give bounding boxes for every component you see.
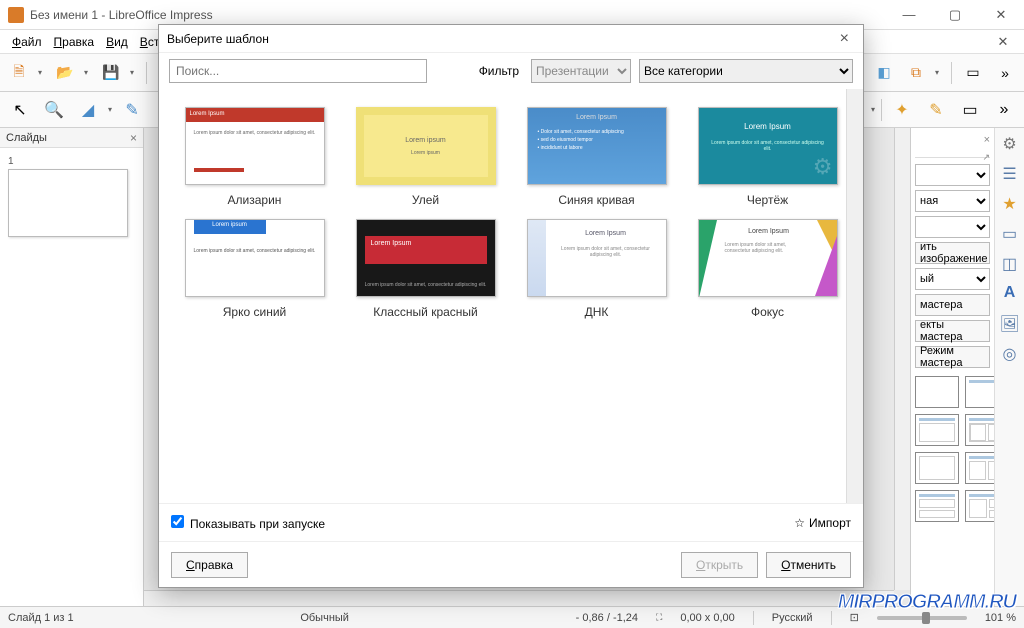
styles-tab-icon[interactable]: A [1000, 284, 1020, 304]
navigator-tab-icon[interactable]: ◎ [1000, 344, 1020, 364]
category-select[interactable]: Все категории [639, 59, 853, 83]
slides-panel-title: Слайды [6, 132, 47, 144]
menu-edit[interactable]: Правка [48, 33, 101, 51]
layouts-grid [915, 376, 990, 522]
statusbar: Слайд 1 из 1 Обычный - 0,86 / -1,24 ⛶ 0,… [0, 606, 1024, 628]
layout-option[interactable] [915, 452, 959, 484]
layout-icon[interactable]: ▭ [960, 60, 986, 86]
save-icon[interactable]: 💾 [98, 60, 124, 86]
menu-file[interactable]: Файл [6, 33, 48, 51]
toolbar-more-icon[interactable]: » [990, 96, 1018, 124]
master-tab-icon[interactable]: ◫ [1000, 254, 1020, 274]
status-size: 0,00 x 0,00 [680, 612, 734, 624]
maximize-button[interactable]: ▢ [932, 0, 978, 30]
template-item[interactable]: Lorem ipsumLorem ipsum Улей [350, 107, 501, 207]
open-button[interactable]: Открыть [681, 552, 758, 578]
star-icon: ☆ [794, 516, 805, 530]
animation-tab-icon[interactable]: ▭ [1000, 224, 1020, 244]
gallery-scrollbar[interactable] [846, 89, 863, 503]
window-title: Без имени 1 - LibreOffice Impress [30, 8, 213, 22]
template-item[interactable]: Lorem IpsumLorem ipsum dolor sit amet, c… [521, 219, 672, 319]
slide-number: 1 [8, 156, 135, 167]
pointer-icon[interactable]: ↖ [6, 96, 34, 124]
dialog-title: Выберите шаблон [167, 32, 269, 46]
template-item[interactable]: Lorem IpsumLorem ipsum dolor sit amet, c… [692, 107, 843, 207]
template-caption: Фокус [692, 305, 843, 319]
btn-master-mode[interactable]: Режим мастера [915, 346, 990, 368]
template-caption: Улей [350, 193, 501, 207]
status-zoom[interactable]: 101 % [985, 612, 1016, 624]
template-gallery: Lorem IpsumLorem ipsum dolor sit amet, c… [159, 89, 863, 503]
doc-close-icon[interactable]: ✕ [988, 32, 1018, 52]
insert-icon[interactable]: ⧉ [903, 60, 929, 86]
layout-option[interactable] [965, 414, 994, 446]
template-dialog: Выберите шаблон × Фильтр Презентации Все… [158, 24, 864, 588]
status-mode[interactable]: Обычный [300, 612, 349, 624]
template-caption: Чертёж [692, 193, 843, 207]
import-button[interactable]: ☆Импорт [794, 516, 851, 530]
gallery-tab-icon[interactable]: 🖼 [1000, 314, 1020, 334]
layout-option[interactable] [915, 376, 959, 408]
filter-label: Фильтр [479, 64, 519, 78]
combo-1[interactable] [915, 164, 990, 186]
status-slide: Слайд 1 из 1 [8, 612, 74, 624]
properties-panel: × ↗ ная ить изображение ый мастера екты … [910, 128, 1024, 606]
template-caption: Ализарин [179, 193, 330, 207]
menu-view[interactable]: Вид [100, 33, 134, 51]
filter-select[interactable]: Презентации [531, 59, 631, 83]
slides-panel: Слайды × 1 [0, 128, 144, 606]
combo-2[interactable]: ная [915, 190, 990, 212]
status-coords: - 0,86 / -1,24 [576, 612, 638, 624]
template-item[interactable]: Lorem Ipsum• Dolor sit amet, consectetur… [521, 107, 672, 207]
template-caption: Ярко синий [179, 305, 330, 319]
app-icon [8, 7, 24, 23]
settings-icon[interactable]: ⚙ [1000, 134, 1020, 154]
btn-master-objects[interactable]: екты мастера [915, 320, 990, 342]
layout-option[interactable] [965, 376, 994, 408]
combo-3[interactable] [915, 216, 990, 238]
open-icon[interactable]: 📂 [52, 60, 78, 86]
more-icon[interactable]: » [992, 60, 1018, 86]
panel-close-icon[interactable]: × [984, 134, 990, 146]
slide-thumbnail[interactable] [8, 169, 128, 237]
template-item[interactable]: Lorem ipsumLorem ipsum dolor sit amet, c… [179, 219, 330, 319]
template-caption: Синяя кривая [521, 193, 672, 207]
btn-insert-image[interactable]: ить изображение [915, 242, 990, 264]
zoom-fit-icon[interactable]: ⊡ [850, 611, 859, 624]
sidebar-tabs: ⚙ ☰ ★ ▭ ◫ A 🖼 ◎ [994, 128, 1024, 606]
vertical-scrollbar[interactable] [894, 128, 910, 590]
cancel-button[interactable]: Отменить [766, 552, 851, 578]
tool-c-icon[interactable]: ▭ [956, 96, 984, 124]
fill-icon[interactable]: ◢ [74, 96, 102, 124]
search-input[interactable] [169, 59, 427, 83]
layout-option[interactable] [965, 452, 994, 484]
dialog-close-icon[interactable]: × [834, 30, 855, 48]
tool-a-icon[interactable]: ✦ [888, 96, 916, 124]
minimize-button[interactable]: — [886, 0, 932, 30]
template-caption: ДНК [521, 305, 672, 319]
shapes-icon[interactable]: ◧ [871, 60, 897, 86]
template-item[interactable]: Lorem IpsumLorem ipsum dolor sit amet, c… [179, 107, 330, 207]
zoom-icon[interactable]: 🔍 [40, 96, 68, 124]
horizontal-scrollbar[interactable] [144, 590, 894, 606]
show-on-startup-checkbox[interactable]: Показывать при запуске [171, 515, 325, 531]
properties-tab-icon[interactable]: ☰ [1000, 164, 1020, 184]
zoom-slider[interactable] [877, 616, 967, 620]
layout-option[interactable] [915, 490, 959, 522]
template-caption: Классный красный [350, 305, 501, 319]
template-item[interactable]: Lorem IpsumLorem ipsum dolor sit amet, c… [350, 219, 501, 319]
layout-option[interactable] [915, 414, 959, 446]
combo-4[interactable]: ый [915, 268, 990, 290]
transitions-tab-icon[interactable]: ★ [1000, 194, 1020, 214]
line-icon[interactable]: ✎ [118, 96, 146, 124]
help-button[interactable]: Справка [171, 552, 248, 578]
btn-master[interactable]: мастера [915, 294, 990, 316]
slides-panel-close-icon[interactable]: × [130, 131, 137, 145]
status-lang[interactable]: Русский [772, 612, 813, 624]
template-item[interactable]: Lorem IpsumLorem ipsum dolor sit amet, c… [692, 219, 843, 319]
new-doc-icon[interactable]: 🗎 [6, 60, 32, 86]
tool-b-icon[interactable]: ✎ [922, 96, 950, 124]
close-button[interactable]: ✕ [978, 0, 1024, 30]
layout-option[interactable] [965, 490, 994, 522]
